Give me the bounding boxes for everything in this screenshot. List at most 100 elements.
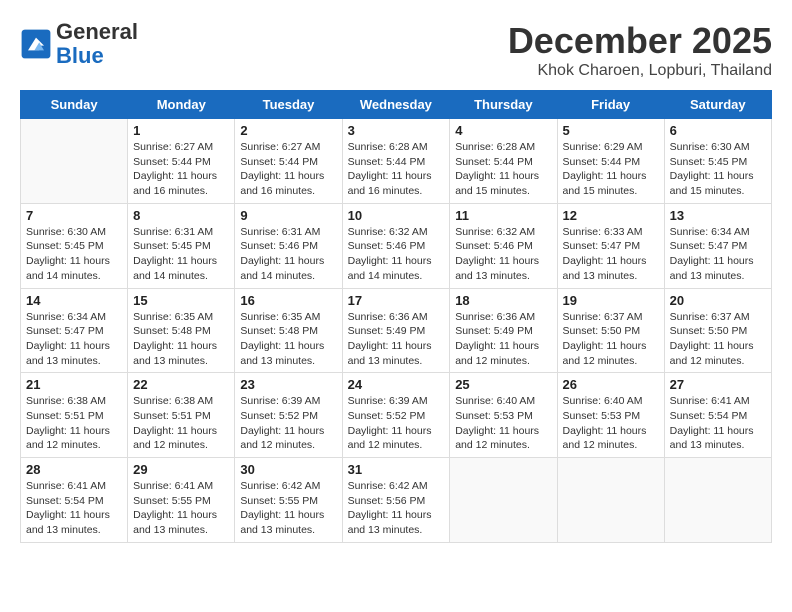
calendar-week-3: 14 Sunrise: 6:34 AM Sunset: 5:47 PM Dayli… [21,288,772,373]
day-info: Sunrise: 6:31 AM Sunset: 5:46 PM Dayligh… [240,225,336,284]
calendar-cell: 10 Sunrise: 6:32 AM Sunset: 5:46 PM Dayli… [342,203,450,288]
day-number: 30 [240,462,336,477]
day-number: 18 [455,293,551,308]
calendar-cell: 25 Sunrise: 6:40 AM Sunset: 5:53 PM Dayli… [450,373,557,458]
day-info: Sunrise: 6:32 AM Sunset: 5:46 PM Dayligh… [455,225,551,284]
location: Khok Charoen, Lopburi, Thailand [508,62,772,80]
calendar-cell: 29 Sunrise: 6:41 AM Sunset: 5:55 PM Dayli… [128,458,235,543]
day-info: Sunrise: 6:41 AM Sunset: 5:54 PM Dayligh… [26,479,122,538]
calendar-cell: 20 Sunrise: 6:37 AM Sunset: 5:50 PM Dayli… [664,288,771,373]
day-number: 1 [133,123,229,138]
day-number: 11 [455,208,551,223]
calendar-cell: 27 Sunrise: 6:41 AM Sunset: 5:54 PM Dayli… [664,373,771,458]
title-area: December 2025 Khok Charoen, Lopburi, Tha… [508,20,772,80]
calendar-cell: 5 Sunrise: 6:29 AM Sunset: 5:44 PM Daylig… [557,119,664,204]
calendar-cell: 16 Sunrise: 6:35 AM Sunset: 5:48 PM Dayli… [235,288,342,373]
day-info: Sunrise: 6:35 AM Sunset: 5:48 PM Dayligh… [240,310,336,369]
calendar-cell: 23Sunrise: 6:39 AM Sunset: 5:52 PM Dayli… [235,373,342,458]
day-header-saturday: Saturday [664,91,771,119]
day-number: 8 [133,208,229,223]
calendar-cell: 19 Sunrise: 6:37 AM Sunset: 5:50 PM Dayli… [557,288,664,373]
day-number: 13 [670,208,766,223]
calendar-cell: 8 Sunrise: 6:31 AM Sunset: 5:45 PM Daylig… [128,203,235,288]
calendar-cell: 12Sunrise: 6:33 AM Sunset: 5:47 PM Dayli… [557,203,664,288]
day-number: 16 [240,293,336,308]
day-number: 26 [563,377,659,392]
day-info: Sunrise: 6:30 AM Sunset: 5:45 PM Dayligh… [26,225,122,284]
day-header-friday: Friday [557,91,664,119]
logo: General Blue [20,20,138,68]
day-number: 21 [26,377,122,392]
day-header-thursday: Thursday [450,91,557,119]
day-number: 9 [240,208,336,223]
calendar-week-5: 28Sunrise: 6:41 AM Sunset: 5:54 PM Dayli… [21,458,772,543]
days-header-row: SundayMondayTuesdayWednesdayThursdayFrid… [21,91,772,119]
day-info: Sunrise: 6:37 AM Sunset: 5:50 PM Dayligh… [670,310,766,369]
day-number: 15 [133,293,229,308]
day-info: Sunrise: 6:40 AM Sunset: 5:53 PM Dayligh… [455,394,551,453]
logo-text: General Blue [56,20,138,68]
logo-icon [20,28,52,60]
day-number: 7 [26,208,122,223]
calendar-cell: 15 Sunrise: 6:35 AM Sunset: 5:48 PM Dayli… [128,288,235,373]
day-info: Sunrise: 6:32 AM Sunset: 5:46 PM Dayligh… [348,225,445,284]
day-number: 29 [133,462,229,477]
day-number: 22 [133,377,229,392]
day-info: Sunrise: 6:36 AM Sunset: 5:49 PM Dayligh… [455,310,551,369]
day-info: Sunrise: 6:34 AM Sunset: 5:47 PM Dayligh… [670,225,766,284]
day-info: Sunrise: 6:34 AM Sunset: 5:47 PM Dayligh… [26,310,122,369]
day-info: Sunrise: 6:29 AM Sunset: 5:44 PM Dayligh… [563,140,659,199]
day-info: Sunrise: 6:28 AM Sunset: 5:44 PM Dayligh… [455,140,551,199]
day-info: Sunrise: 6:36 AM Sunset: 5:49 PM Dayligh… [348,310,445,369]
day-number: 27 [670,377,766,392]
day-number: 6 [670,123,766,138]
day-info: Sunrise: 6:42 AM Sunset: 5:56 PM Dayligh… [348,479,445,538]
day-header-sunday: Sunday [21,91,128,119]
calendar-cell: 18 Sunrise: 6:36 AM Sunset: 5:49 PM Dayli… [450,288,557,373]
day-number: 14 [26,293,122,308]
calendar-week-2: 7 Sunrise: 6:30 AM Sunset: 5:45 PM Daylig… [21,203,772,288]
calendar-cell: 14 Sunrise: 6:34 AM Sunset: 5:47 PM Dayli… [21,288,128,373]
calendar-cell: 11 Sunrise: 6:32 AM Sunset: 5:46 PM Dayli… [450,203,557,288]
calendar-cell: 1 Sunrise: 6:27 AM Sunset: 5:44 PM Daylig… [128,119,235,204]
day-number: 31 [348,462,445,477]
day-number: 10 [348,208,445,223]
calendar-cell: 6 Sunrise: 6:30 AM Sunset: 5:45 PM Daylig… [664,119,771,204]
calendar-cell: 31 Sunrise: 6:42 AM Sunset: 5:56 PM Dayli… [342,458,450,543]
day-info: Sunrise: 6:39 AM Sunset: 5:52 PM Dayligh… [240,394,336,453]
day-number: 3 [348,123,445,138]
logo-blue: Blue [56,43,104,68]
calendar-cell: 2 Sunrise: 6:27 AM Sunset: 5:44 PM Daylig… [235,119,342,204]
day-info: Sunrise: 6:27 AM Sunset: 5:44 PM Dayligh… [133,140,229,199]
day-number: 19 [563,293,659,308]
calendar-cell: 3 Sunrise: 6:28 AM Sunset: 5:44 PM Daylig… [342,119,450,204]
day-info: Sunrise: 6:35 AM Sunset: 5:48 PM Dayligh… [133,310,229,369]
calendar-cell: 28Sunrise: 6:41 AM Sunset: 5:54 PM Dayli… [21,458,128,543]
day-number: 5 [563,123,659,138]
day-number: 25 [455,377,551,392]
calendar-cell: 13 Sunrise: 6:34 AM Sunset: 5:47 PM Dayli… [664,203,771,288]
calendar-cell: 21 Sunrise: 6:38 AM Sunset: 5:51 PM Dayli… [21,373,128,458]
day-info: Sunrise: 6:38 AM Sunset: 5:51 PM Dayligh… [133,394,229,453]
day-header-wednesday: Wednesday [342,91,450,119]
calendar-cell [557,458,664,543]
day-info: Sunrise: 6:31 AM Sunset: 5:45 PM Dayligh… [133,225,229,284]
day-number: 24 [348,377,445,392]
day-info: Sunrise: 6:28 AM Sunset: 5:44 PM Dayligh… [348,140,445,199]
day-info: Sunrise: 6:41 AM Sunset: 5:55 PM Dayligh… [133,479,229,538]
day-info: Sunrise: 6:30 AM Sunset: 5:45 PM Dayligh… [670,140,766,199]
page-header: General Blue December 2025 Khok Charoen,… [20,20,772,80]
day-number: 2 [240,123,336,138]
day-info: Sunrise: 6:37 AM Sunset: 5:50 PM Dayligh… [563,310,659,369]
day-info: Sunrise: 6:41 AM Sunset: 5:54 PM Dayligh… [670,394,766,453]
day-number: 20 [670,293,766,308]
day-info: Sunrise: 6:38 AM Sunset: 5:51 PM Dayligh… [26,394,122,453]
calendar-cell: 22 Sunrise: 6:38 AM Sunset: 5:51 PM Dayli… [128,373,235,458]
calendar-cell: 4Sunrise: 6:28 AM Sunset: 5:44 PM Daylig… [450,119,557,204]
day-info: Sunrise: 6:27 AM Sunset: 5:44 PM Dayligh… [240,140,336,199]
calendar-week-4: 21 Sunrise: 6:38 AM Sunset: 5:51 PM Dayli… [21,373,772,458]
calendar-cell: 7 Sunrise: 6:30 AM Sunset: 5:45 PM Daylig… [21,203,128,288]
calendar-week-1: 1 Sunrise: 6:27 AM Sunset: 5:44 PM Daylig… [21,119,772,204]
day-header-monday: Monday [128,91,235,119]
day-info: Sunrise: 6:42 AM Sunset: 5:55 PM Dayligh… [240,479,336,538]
